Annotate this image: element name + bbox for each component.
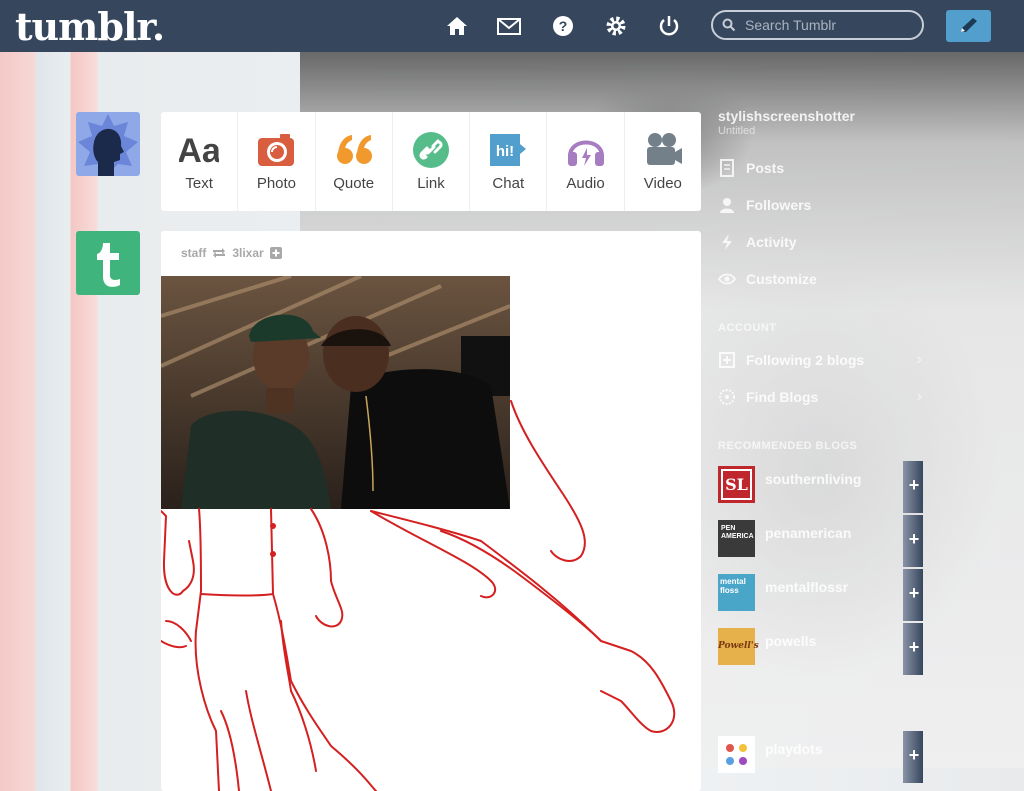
top-navigation-bar: tumblr. ? [0, 0, 1024, 52]
red-sketch-drawing [161, 400, 676, 791]
dashboard-post: staff 3lixar [161, 231, 701, 791]
blog-subtitle: Untitled [718, 125, 756, 137]
post-type-label: Photo [256, 175, 297, 192]
post-author-link[interactable]: staff [181, 246, 206, 260]
chat-icon: hi! [490, 134, 527, 166]
follow-plus-icon[interactable]: + [904, 529, 924, 549]
user-avatar[interactable] [76, 112, 140, 176]
follow-plus-icon[interactable] [269, 247, 282, 259]
home-icon[interactable] [445, 14, 469, 38]
follow-plus-icon[interactable]: + [904, 583, 924, 603]
search-input[interactable] [711, 10, 924, 40]
sidebar-item-label: Customize [746, 271, 817, 287]
post-type-video[interactable]: Video [625, 112, 701, 211]
recommended-blog[interactable]: Powell's powells + [718, 623, 928, 675]
recommended-blog[interactable]: playdots + [718, 731, 928, 783]
post-type-label: Text [185, 175, 213, 192]
chevron-right-icon: › [916, 351, 922, 368]
blog-name: penamerican [765, 525, 852, 541]
sidebar-item-label: Following 2 blogs [746, 352, 865, 368]
recommended-blog[interactable]: PEN AMERICA penamerican + [718, 515, 928, 567]
compass-icon [719, 389, 735, 405]
blog-name: powells [765, 633, 817, 649]
post-type-chat[interactable]: hi! Chat [470, 112, 548, 211]
tumblr-t-logo-icon [97, 243, 120, 287]
chevron-right-icon: › [916, 388, 922, 405]
blog-thumbnail: mental floss [718, 574, 755, 611]
followers-icon [720, 198, 734, 213]
tumblr-logo[interactable]: tumblr. [15, 4, 165, 49]
post-type-audio[interactable]: Audio [547, 112, 625, 211]
follow-plus-icon[interactable]: + [904, 475, 924, 495]
blog-name: playdots [765, 741, 823, 757]
video-camera-icon [646, 133, 682, 165]
post-type-link[interactable]: Link [393, 112, 471, 211]
blog-thumbnail: Powell's [718, 628, 759, 665]
post-type-quote[interactable]: Quote [316, 112, 393, 211]
posts-icon [720, 159, 734, 177]
blog-name: mentalflossr [765, 579, 849, 595]
blog-thumbnail [718, 736, 755, 773]
post-type-photo[interactable]: Photo [238, 112, 316, 211]
follow-plus-icon[interactable]: + [904, 637, 924, 657]
camera-icon [258, 134, 295, 166]
power-icon[interactable] [657, 14, 681, 38]
dots-logo-icon [726, 744, 747, 765]
post-type-label: Chat [492, 175, 525, 192]
recommended-blog[interactable]: SL southernliving + [718, 461, 928, 513]
post-type-text[interactable]: Aa Text [161, 112, 239, 211]
sidebar-item-label: Find Blogs [746, 389, 819, 405]
sidebar-item-label: Activity [746, 234, 797, 250]
svg-text:?: ? [559, 18, 568, 34]
post-header: staff 3lixar [181, 246, 282, 260]
compose-button[interactable] [946, 10, 991, 42]
svg-text:Aa: Aa [179, 132, 219, 170]
blog-thumbnail: PEN AMERICA [718, 520, 755, 557]
text-icon: Aa [179, 132, 219, 170]
help-icon[interactable]: ? [551, 14, 575, 38]
blog-thumbnail: SL [718, 466, 755, 503]
follow-plus-icon[interactable]: + [904, 745, 924, 765]
sidebar-item-followers[interactable]: Followers [718, 187, 928, 223]
eye-icon [718, 273, 736, 285]
blog-name: southernliving [765, 471, 862, 487]
headphones-icon [567, 140, 604, 166]
quote-icon [336, 135, 372, 164]
blog-name[interactable]: stylishscreenshotter [718, 108, 855, 124]
reblogged-from-link[interactable]: 3lixar [232, 246, 263, 260]
pencil-icon [961, 18, 977, 32]
link-icon [412, 132, 449, 168]
following-icon [719, 352, 735, 368]
default-avatar-silhouette-icon [78, 114, 138, 176]
inbox-icon[interactable] [497, 14, 521, 38]
post-type-label: Video [643, 175, 682, 192]
reblog-icon [213, 248, 226, 258]
post-type-label: Quote [333, 175, 375, 192]
post-type-label: Audio [566, 175, 605, 192]
account-heading: ACCOUNT [718, 322, 777, 334]
sidebar-item-label: Followers [746, 197, 812, 213]
post-author-avatar[interactable] [76, 231, 140, 295]
post-type-selector: Aa Text Photo Quote Link hi! Chat Audio … [161, 112, 701, 211]
sidebar-item-following[interactable]: Following 2 blogs › [718, 342, 928, 378]
sidebar-item-activity[interactable]: Activity [718, 224, 928, 260]
search-icon [722, 18, 736, 32]
recommended-blog[interactable]: mental floss mentalflossr + [718, 569, 928, 621]
sidebar-item-customize[interactable]: Customize [718, 261, 928, 297]
recommended-heading: RECOMMENDED BLOGS [718, 440, 858, 452]
sidebar-item-posts[interactable]: Posts [718, 150, 928, 186]
post-type-label: Link [417, 175, 445, 192]
sidebar-item-find-blogs[interactable]: Find Blogs › [718, 379, 928, 415]
sidebar-item-label: Posts [746, 160, 785, 176]
settings-icon[interactable] [604, 14, 628, 38]
activity-icon [722, 234, 732, 250]
svg-text:hi!: hi! [496, 143, 514, 160]
